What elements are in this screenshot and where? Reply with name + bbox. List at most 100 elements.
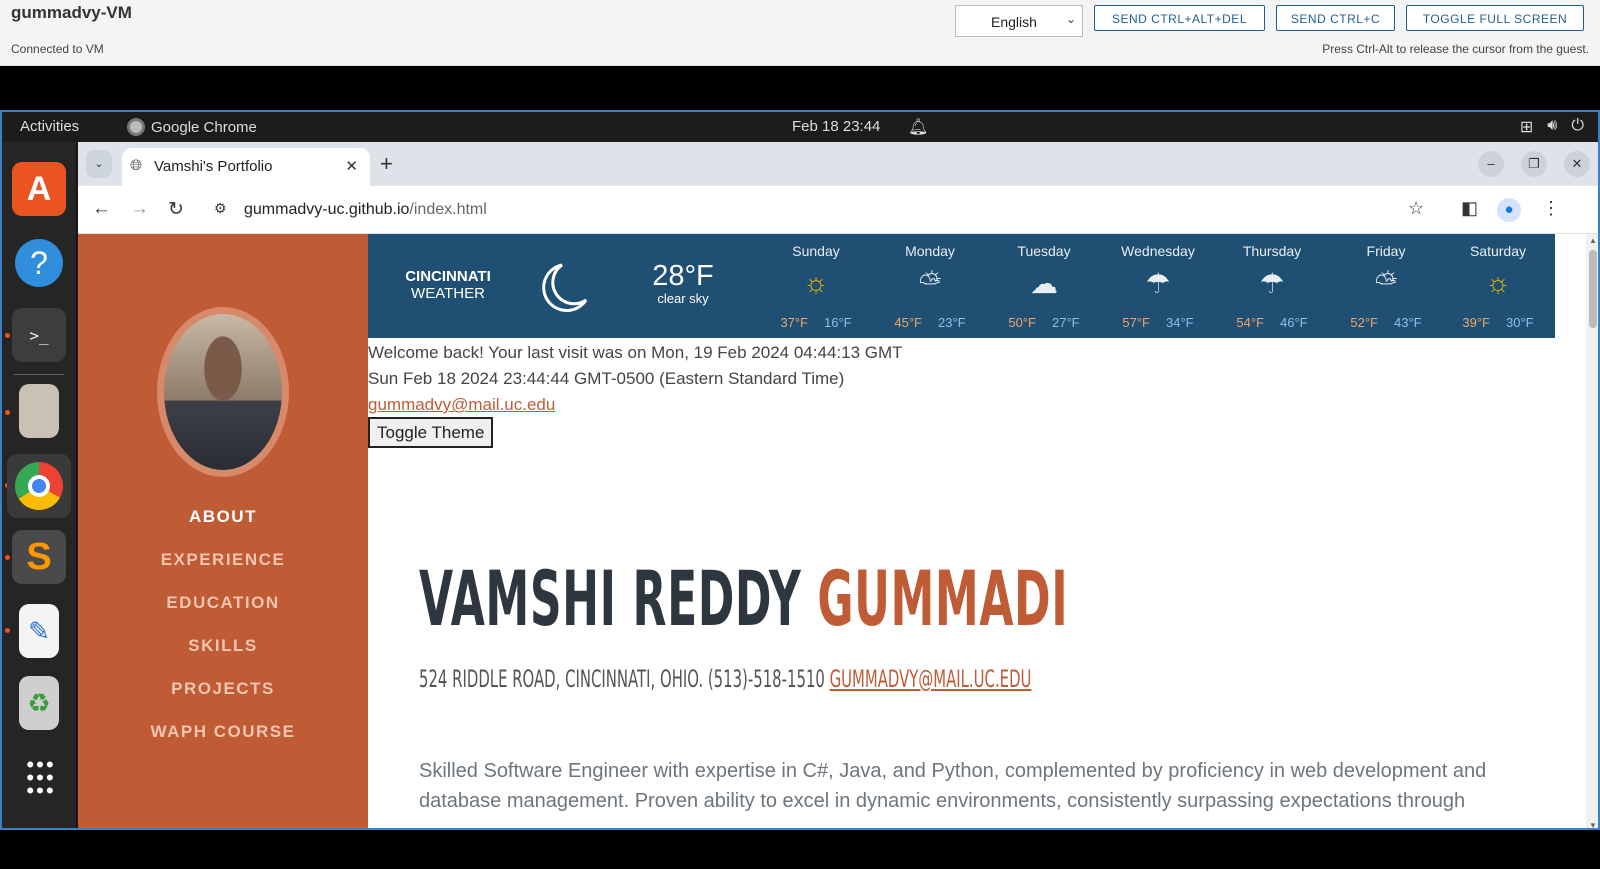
profile-avatar[interactable]: ● [1497,198,1521,222]
running-indicator [5,333,10,338]
rain-cloud-icon: ☂︎ [1259,268,1285,299]
vm-connection-status: Connected to VM [11,42,104,56]
globe-icon: 🌐︎ [130,157,143,174]
url-path: /index.html [409,201,487,218]
email-link[interactable]: gummadvy@mail.uc.edu [368,395,555,414]
notification-bell-icon[interactable]: 🔔︎ [908,117,928,137]
terminal-icon[interactable]: >_ [12,308,66,362]
archive-manager-icon[interactable] [19,384,59,438]
weather-widget: CINCINNATI WEATHER 28°F clear sky Sunday ☼ 3… [368,234,1555,338]
day-name: Sunday [792,243,840,259]
nav-skills[interactable]: SKILLS [78,636,368,656]
chrome-small-icon [127,118,145,136]
toggle-theme-button[interactable]: Toggle Theme [368,417,494,448]
main-content: Welcome back! Your last visit was on Mon… [368,338,1555,828]
browser-toolbar: ← → ↻ ⚙︎ gummadvy-uc.github.io/index.htm… [78,186,1598,234]
trash-icon[interactable]: ♻ [19,676,59,730]
sun-icon: ☼ [1485,267,1511,298]
language-select[interactable]: English ⌄ [955,5,1083,37]
day-name: Monday [905,243,955,259]
scroll-up-icon[interactable]: ▲ [1589,236,1597,245]
app-menu-label: Google Chrome [151,118,257,136]
network-icon: ⊞ [1519,119,1534,136]
vm-console-bar: gummadvy-VM Connected to VM English ⌄ SEN… [0,0,1600,66]
send-ctrl-alt-del-button[interactable]: SEND CTRL+ALT+DEL [1094,5,1265,31]
day-low: 16°F [824,315,852,330]
scrollbar-thumb[interactable] [1589,250,1597,328]
activities-button[interactable]: Activities [20,118,79,135]
day-high: 54°F [1236,315,1264,330]
running-indicator [5,555,10,560]
minimize-button[interactable]: – [1478,151,1504,177]
current-temperature: 28°F clear sky [623,260,743,306]
volume-icon: 🔊︎ [1547,117,1558,134]
chrome-window: ⌄ 🌐︎ Vamshi's Portfolio ✕ + – ❐ ✕ ← → ↻ … [78,142,1598,828]
close-tab-icon[interactable]: ✕ [345,157,358,175]
current-condition: clear sky [657,291,709,306]
nav-projects[interactable]: PROJECTS [78,679,368,699]
page-scrollbar[interactable]: ▲ ▼ [1586,234,1598,828]
welcome-message: Welcome back! Your last visit was on Mon… [368,343,903,362]
profile-photo [157,307,289,477]
send-ctrl-c-button[interactable]: SEND CTRL+C [1276,5,1395,31]
day-name: Wednesday [1121,243,1195,259]
day-low: 30°F [1506,315,1534,330]
day-high: 39°F [1462,315,1490,330]
nav-waph-course[interactable]: WAPH COURSE [78,722,368,742]
weather-location: CINCINNATI WEATHER [368,268,528,302]
address-bar[interactable]: ⚙︎ gummadvy-uc.github.io/index.html [206,192,1446,228]
day-high: 50°F [1008,315,1036,330]
bookmark-star-icon[interactable]: ☆ [1408,198,1424,219]
chevron-down-icon: ⌄ [1065,12,1076,26]
tab-search-button[interactable]: ⌄ [86,150,112,178]
new-tab-button[interactable]: + [380,151,393,177]
last-name: GUMMADI [817,554,1069,643]
nav-about[interactable]: ABOUT [78,507,368,527]
system-tray[interactable]: ⊞ 🔊︎ ⏻ [1520,117,1584,137]
language-value: English [991,14,1037,30]
day-low: 34°F [1166,315,1194,330]
forecast-day: Wednesday ☂︎ 57°F 34°F [1100,234,1216,330]
sublime-text-icon[interactable]: S [12,530,66,584]
clock[interactable]: Feb 18 23:44 [792,118,880,135]
forecast-day: Friday ⛅︎ 52°F 43°F [1328,234,1444,330]
ubuntu-dock: A ? >_ S ✎ ♻ • • • • • • • • • [2,142,77,828]
toggle-full-screen-button[interactable]: TOGGLE FULL SCREEN [1406,5,1584,31]
nav-experience[interactable]: EXPERIENCE [78,550,368,570]
day-high: 57°F [1122,315,1150,330]
vm-title: gummadvy-VM [11,3,132,22]
close-window-button[interactable]: ✕ [1564,151,1590,177]
forward-button[interactable]: → [130,198,149,220]
scroll-down-icon[interactable]: ▼ [1589,821,1597,828]
show-apps-icon[interactable]: • • • • • • • • • [12,750,66,804]
day-name: Saturday [1469,243,1527,259]
nav-education[interactable]: EDUCATION [78,593,368,613]
weather-city: CINCINNATI [405,268,491,285]
tab-vamshi-portfolio[interactable]: 🌐︎ Vamshi's Portfolio ✕ [122,148,370,186]
power-icon: ⏻ [1571,117,1584,134]
reload-button[interactable]: ↻ [168,198,184,221]
sun-icon: ☼ [803,267,829,298]
current-date: Sun Feb 18 2024 23:44:44 GMT-0500 (Easte… [368,369,845,388]
forecast-day: Sunday ☼ 37°F 16°F [758,234,874,330]
restore-button[interactable]: ❐ [1521,151,1547,177]
weather-label: WEATHER [411,285,485,302]
chrome-icon[interactable] [7,454,71,518]
site-info-icon[interactable]: ⚙︎ [214,200,227,217]
side-panel-icon[interactable]: ◧ [1461,198,1478,219]
day-high: 45°F [894,315,922,330]
partly-cloudy-icon: ⛅︎ [918,267,942,298]
back-button[interactable]: ← [92,198,111,220]
day-high: 52°F [1350,315,1378,330]
menu-kebab-icon[interactable]: ⋮ [1542,198,1560,219]
text-editor-icon[interactable]: ✎ [19,604,59,658]
help-icon[interactable]: ? [12,236,66,290]
app-menu[interactable]: Google Chrome [127,118,257,136]
vm-screen[interactable]: Activities Google Chrome Feb 18 23:44 🔔︎… [0,110,1600,830]
app-center-icon[interactable]: A [12,162,66,216]
contact-email-link[interactable]: GUMMADVY@MAIL.UC.EDU [830,665,1032,693]
cloud-icon: ☁︎ [1030,268,1058,299]
current-temp-value: 28°F [652,260,714,292]
rain-cloud-icon: ☂︎ [1145,268,1171,299]
day-low: 46°F [1280,315,1308,330]
